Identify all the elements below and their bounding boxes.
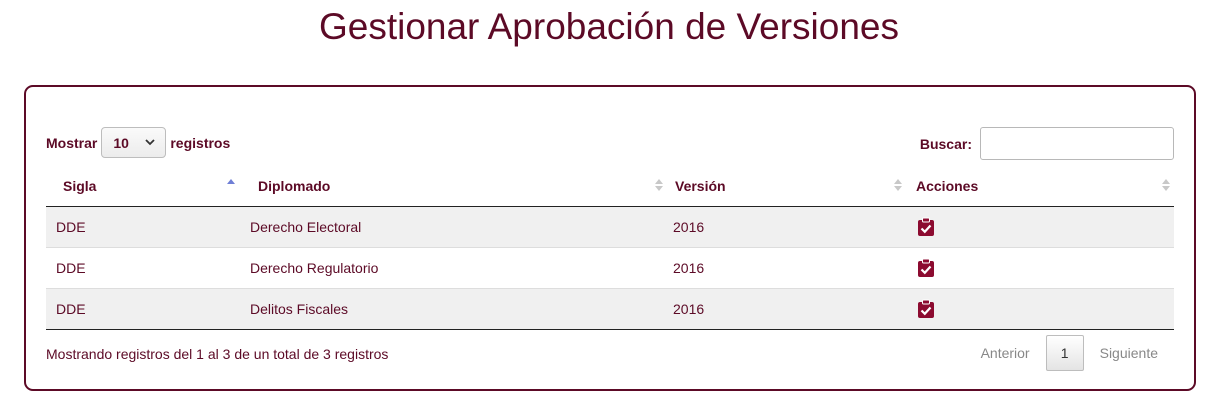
search-input[interactable] [980, 127, 1174, 160]
versions-table: Sigla Diplomado Versión Acciones DDE Der… [46, 167, 1174, 330]
previous-page-button[interactable]: Anterior [965, 345, 1046, 361]
cell-version: 2016 [667, 206, 907, 247]
page-length-select[interactable]: 10 [101, 127, 167, 158]
column-label: Acciones [916, 178, 979, 194]
cell-actions [907, 206, 1174, 247]
versions-panel: Mostrar 10 registros Buscar: Sigla Diplo [24, 85, 1196, 391]
column-header-acciones[interactable]: Acciones [907, 167, 1174, 207]
table-row: DDE Delitos Fiscales 2016 [46, 287, 1174, 330]
chevron-down-icon [145, 139, 155, 146]
length-suffix: registros [170, 134, 231, 151]
length-prefix: Mostrar [46, 134, 98, 151]
next-page-button[interactable]: Siguiente [1084, 345, 1174, 361]
length-control: Mostrar 10 registros [46, 127, 230, 158]
table-row: DDE Derecho Regulatorio 2016 [46, 246, 1174, 288]
clipboard-check-icon[interactable] [917, 217, 935, 237]
column-header-version[interactable]: Versión [667, 167, 907, 207]
table-row: DDE Derecho Electoral 2016 [46, 206, 1174, 247]
cell-sigla: DDE [46, 206, 250, 247]
page-1-button[interactable]: 1 [1045, 335, 1084, 371]
cell-diplomado: Derecho Electoral [250, 206, 667, 247]
cell-diplomado: Delitos Fiscales [250, 287, 667, 330]
table-info: Mostrando registros del 1 al 3 de un tot… [46, 346, 389, 362]
sort-ascending-icon [227, 179, 235, 184]
page-length-value: 10 [113, 134, 129, 151]
column-label: Sigla [63, 178, 97, 194]
page-title: Gestionar Aprobación de Versiones [318, 6, 900, 47]
cell-version: 2016 [667, 287, 907, 330]
cell-sigla: DDE [46, 246, 250, 288]
sort-both-icon [894, 179, 902, 191]
sort-both-icon [655, 179, 663, 191]
cell-version: 2016 [667, 246, 907, 288]
search-label: Buscar: [919, 135, 972, 152]
clipboard-check-icon[interactable] [917, 258, 935, 278]
cell-actions [907, 287, 1174, 330]
search-control: Buscar: [920, 127, 1174, 160]
cell-diplomado: Derecho Regulatorio [250, 246, 667, 288]
cell-actions [907, 246, 1174, 288]
table-header-row: Sigla Diplomado Versión Acciones [46, 167, 1174, 207]
cell-sigla: DDE [46, 287, 250, 330]
column-header-diplomado[interactable]: Diplomado [250, 167, 667, 207]
pagination: Anterior 1 Siguiente [965, 335, 1174, 371]
column-label: Diplomado [258, 178, 331, 194]
column-header-sigla[interactable]: Sigla [46, 167, 250, 207]
column-label: Versión [675, 178, 726, 194]
clipboard-check-icon[interactable] [917, 299, 935, 319]
sort-both-icon [1162, 179, 1170, 191]
